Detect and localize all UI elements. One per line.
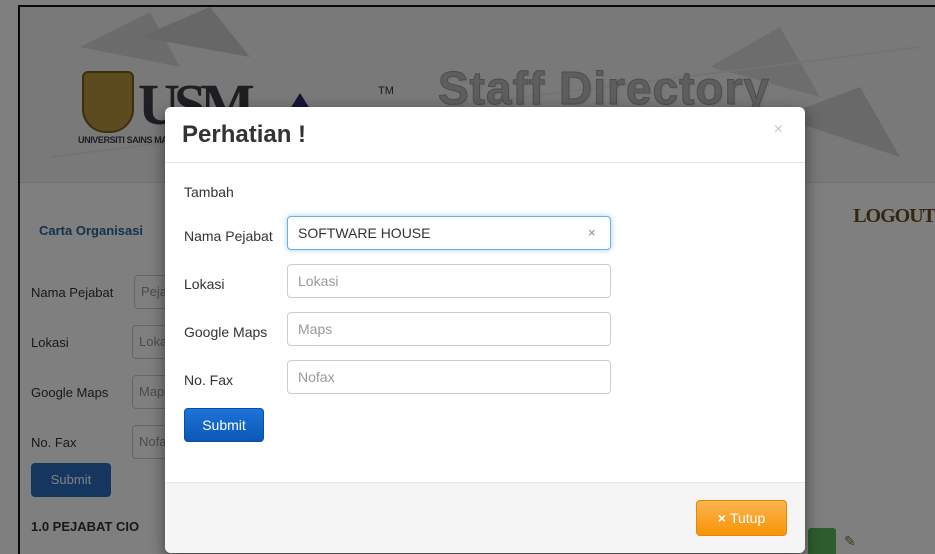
label-nama-pejabat: Nama Pejabat	[184, 228, 273, 244]
close-icon[interactable]: ×	[774, 121, 783, 139]
section-title: Tambah	[184, 184, 234, 200]
modal-title: Perhatian !	[182, 121, 307, 148]
label-no-fax: No. Fax	[184, 372, 234, 388]
close-x-icon: ×	[717, 510, 726, 526]
label-google-maps: Google Maps	[184, 324, 268, 340]
google-maps-input[interactable]	[287, 312, 611, 346]
modal-footer: × Tutup	[165, 482, 805, 553]
modal-body: Tambah Nama Pejabat × Lokasi Google Maps…	[165, 163, 805, 483]
tutup-label: Tutup	[729, 510, 766, 526]
tutup-button[interactable]: × Tutup	[696, 500, 787, 536]
field-row-lokasi: Lokasi	[165, 264, 805, 298]
field-row-google-maps: Google Maps	[165, 312, 805, 346]
clear-input-icon[interactable]: ×	[588, 225, 596, 240]
label-lokasi: Lokasi	[184, 276, 225, 292]
modal-header: Perhatian ! ×	[165, 107, 805, 163]
field-row-nama-pejabat: Nama Pejabat ×	[165, 216, 805, 250]
no-fax-input[interactable]	[287, 360, 611, 394]
submit-button[interactable]: Submit	[184, 408, 264, 442]
lokasi-input[interactable]	[287, 264, 611, 298]
modal-dialog: Perhatian ! × Tambah Nama Pejabat × Loka…	[165, 107, 805, 553]
nama-pejabat-input[interactable]	[287, 216, 611, 250]
field-row-no-fax: No. Fax	[165, 360, 805, 394]
